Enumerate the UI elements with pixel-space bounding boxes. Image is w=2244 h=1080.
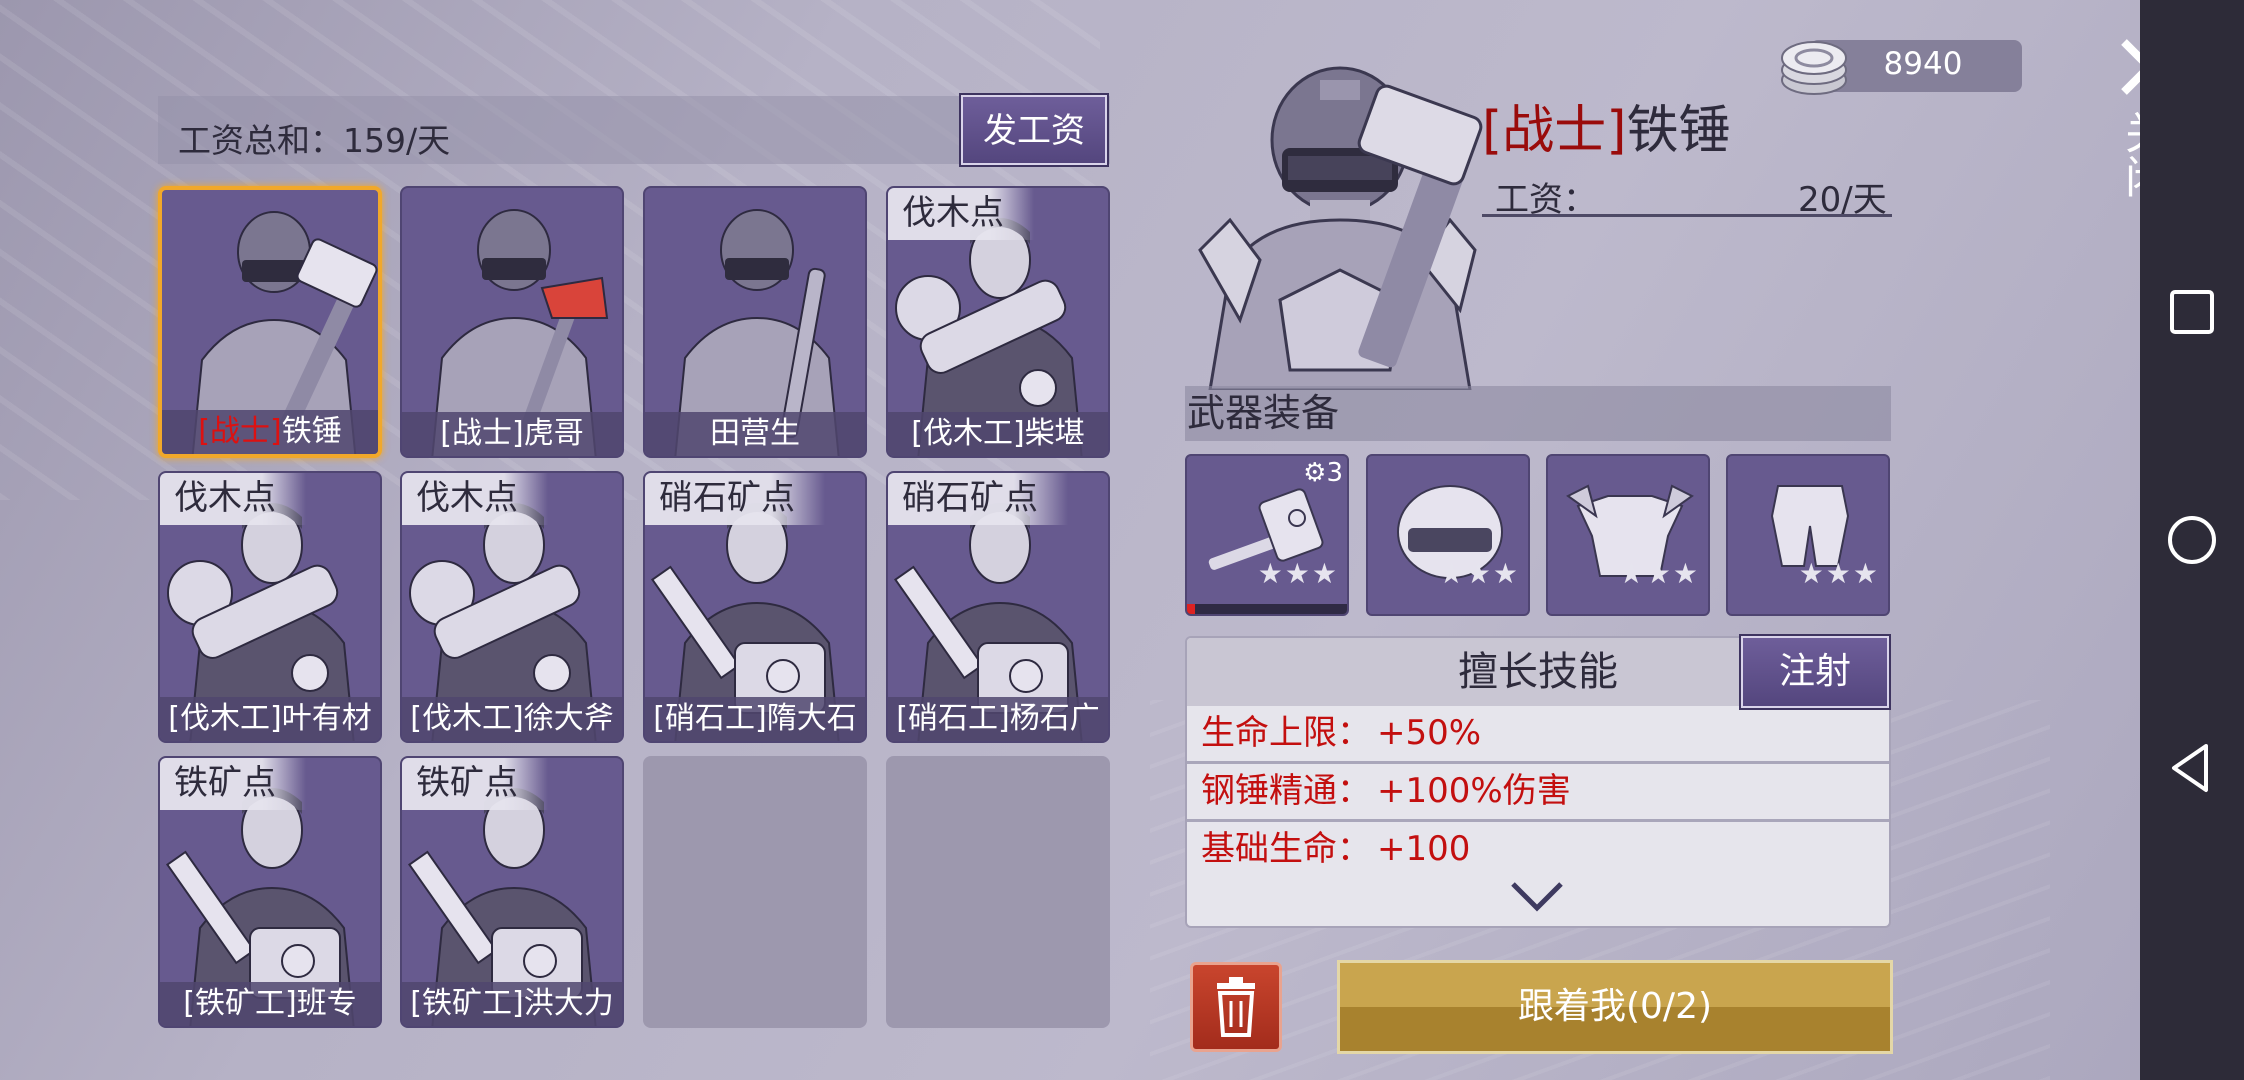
worker-location-label: 伐木点	[402, 473, 548, 525]
worker-name: [战士]虎哥	[440, 416, 584, 451]
chest-armor-icon	[1566, 484, 1694, 577]
pay-wages-button[interactable]: 发工资	[961, 95, 1107, 165]
helmet-icon	[1397, 485, 1503, 579]
weapon-stars: ★★★	[1257, 557, 1339, 590]
equipment-slot-legs[interactable]: ★★★	[1726, 454, 1890, 616]
worker-location-label: 硝石矿点	[888, 473, 1068, 525]
leg-armor-icon	[1770, 485, 1850, 567]
worker-name-label: [战士]铁锤	[162, 410, 378, 454]
follow-me-button[interactable]: 跟着我(0/2)	[1337, 960, 1893, 1054]
skill-name: 基础生命：	[1201, 829, 1371, 869]
worker-name: 田营生	[710, 416, 800, 451]
skill-value: +50%	[1377, 713, 1482, 753]
legs-stars: ★★★	[1798, 557, 1880, 590]
worker-name-label: [伐木工]叶有材	[160, 697, 380, 741]
skill-name: 钢锤精通：	[1201, 771, 1371, 811]
skill-row: 钢锤精通： +100%伤害	[1187, 764, 1889, 822]
dismiss-button[interactable]	[1190, 962, 1282, 1052]
worker-name: [硝石工]杨石广	[896, 701, 1100, 736]
wage-divider	[1482, 214, 1892, 217]
worker-card[interactable]: 铁矿点 [铁矿工]班专	[158, 756, 382, 1028]
empty-worker-slot	[886, 756, 1110, 1028]
worker-name-label: [战士]虎哥	[402, 412, 622, 456]
worker-name-prefix: [战士]	[198, 414, 282, 449]
equipment-header: 武器装备	[1185, 386, 1891, 441]
worker-name-label: [铁矿工]洪大力	[402, 982, 622, 1026]
worker-card[interactable]: 硝石矿点 [硝石工]杨石广	[886, 471, 1110, 743]
worker-name-label: [硝石工]隋大石	[645, 697, 865, 741]
worker-card[interactable]: 硝石矿点 [硝石工]隋大石	[643, 471, 867, 743]
worker-name: [伐木工]徐大斧	[410, 701, 614, 736]
trash-icon	[1217, 977, 1255, 1037]
recent-apps-icon[interactable]	[2160, 280, 2224, 344]
salary-total: 工资总和：159/天	[178, 121, 451, 160]
selected-worker-portrait	[1198, 66, 1483, 390]
worker-name: [铁矿工]洪大力	[410, 986, 614, 1021]
weapon-progress-bar	[1187, 604, 1347, 614]
weapon-level: ⚙3	[1303, 458, 1343, 488]
worker-name-label: [伐木工]徐大斧	[402, 697, 622, 741]
worker-name-label: [伐木工]柴堪	[888, 412, 1108, 456]
home-icon[interactable]	[2160, 508, 2224, 572]
worker-name-label: 田营生	[645, 412, 865, 456]
worker-name: [硝石工]隋大石	[653, 701, 857, 736]
back-icon[interactable]	[2160, 736, 2224, 800]
equipment-slot-weapon[interactable]: ⚙3 ★★★	[1185, 454, 1349, 616]
worker-title-tag: [战士]	[1482, 101, 1627, 161]
worker-location-label: 伐木点	[888, 188, 1034, 240]
empty-worker-slot	[643, 756, 867, 1028]
chevron-down-icon[interactable]	[1509, 878, 1565, 914]
worker-card[interactable]: 田营生	[643, 186, 867, 458]
worker-card[interactable]: [战士]虎哥	[400, 186, 624, 458]
worker-card[interactable]: 伐木点 [伐木工]叶有材	[158, 471, 382, 743]
equipment-slot-helmet[interactable]: ★★★	[1366, 454, 1530, 616]
skill-name: 生命上限：	[1201, 713, 1371, 753]
worker-location-label: 铁矿点	[402, 758, 548, 810]
skill-value: +100%伤害	[1377, 771, 1571, 811]
worker-name-label: [硝石工]杨石广	[888, 697, 1108, 741]
worker-card[interactable]: 伐木点 [伐木工]柴堪	[886, 186, 1110, 458]
skill-row: 生命上限： +50%	[1187, 706, 1889, 764]
skill-row: 基础生命： +100	[1187, 822, 1889, 877]
inject-button[interactable]: 注射	[1741, 636, 1889, 708]
worker-card[interactable]: 伐木点 [伐木工]徐大斧	[400, 471, 624, 743]
equipment-slot-chest[interactable]: ★★★	[1546, 454, 1710, 616]
worker-location-label: 铁矿点	[160, 758, 306, 810]
worker-location-label: 伐木点	[160, 473, 306, 525]
worker-card[interactable]: [战士]铁锤	[158, 186, 382, 458]
skill-value: +100	[1377, 829, 1471, 869]
worker-name: [伐木工]柴堪	[911, 416, 1085, 451]
currency-value: 8940	[1883, 46, 1963, 82]
worker-name-label: [铁矿工]班专	[160, 982, 380, 1026]
worker-title: [战士]铁锤	[1482, 88, 1731, 163]
worker-card[interactable]: 铁矿点 [铁矿工]洪大力	[400, 756, 624, 1028]
worker-name: [铁矿工]班专	[183, 986, 357, 1021]
worker-title-name: 铁锤	[1626, 101, 1731, 161]
worker-name: [伐木工]叶有材	[168, 701, 372, 736]
chest-stars: ★★★	[1618, 557, 1700, 590]
helmet-stars: ★★★	[1438, 557, 1520, 590]
worker-name: 铁锤	[281, 414, 342, 449]
worker-location-label: 硝石矿点	[645, 473, 825, 525]
